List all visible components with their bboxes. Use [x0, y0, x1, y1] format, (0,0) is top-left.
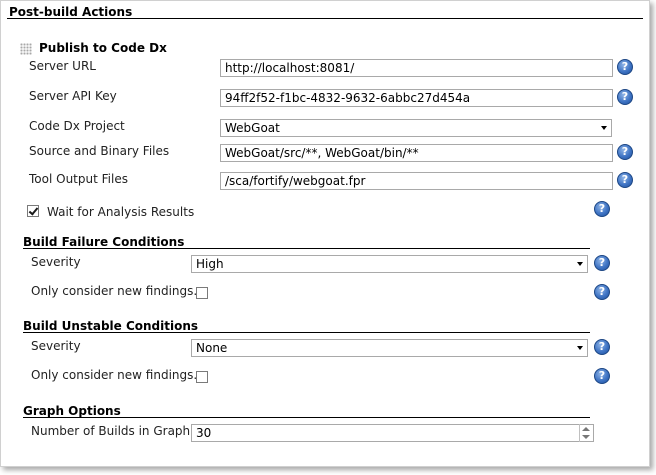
help-icon[interactable]: ?: [594, 284, 610, 300]
section-divider: [7, 18, 643, 19]
drag-grip-icon[interactable]: [20, 43, 32, 55]
unstable-severity-label: Severity: [31, 339, 81, 353]
code-dx-project-label: Code Dx Project: [29, 119, 125, 133]
build-failure-title: Build Failure Conditions: [23, 235, 185, 249]
help-icon[interactable]: ?: [594, 368, 610, 384]
spinner-up-icon[interactable]: [582, 427, 590, 431]
help-icon[interactable]: ?: [594, 255, 610, 271]
num-builds-label: Number of Builds in Graph: [31, 424, 191, 438]
num-builds-spinner[interactable]: [579, 424, 593, 442]
unstable-new-findings-checkbox[interactable]: [196, 371, 208, 383]
help-icon[interactable]: ?: [617, 172, 633, 188]
build-failure-divider: [23, 248, 590, 249]
post-build-actions-panel: Post-build Actions Publish to Code Dx Se…: [0, 0, 650, 467]
wait-for-analysis-checkbox[interactable]: [27, 205, 39, 217]
unstable-severity-select[interactable]: None: [191, 339, 588, 357]
tool-output-label: Tool Output Files: [29, 172, 128, 186]
server-api-key-input[interactable]: [220, 89, 613, 107]
spinner-down-icon[interactable]: [582, 435, 590, 439]
code-dx-project-select[interactable]: WebGoat: [220, 119, 612, 137]
wait-for-analysis-label: Wait for Analysis Results: [47, 205, 195, 219]
publisher-title: Publish to Code Dx: [39, 41, 167, 55]
unstable-severity-value: None: [196, 341, 228, 355]
help-icon[interactable]: ?: [617, 144, 633, 160]
failure-new-findings-checkbox[interactable]: [196, 287, 208, 299]
failure-severity-label: Severity: [31, 255, 81, 269]
num-builds-input[interactable]: 30: [191, 424, 594, 442]
help-icon[interactable]: ?: [594, 201, 610, 217]
build-unstable-divider: [23, 332, 590, 333]
chevron-down-icon: [577, 346, 583, 350]
server-url-input[interactable]: [220, 59, 613, 77]
failure-severity-value: High: [196, 257, 224, 271]
help-icon[interactable]: ?: [594, 339, 610, 355]
help-icon[interactable]: ?: [617, 89, 633, 105]
failure-new-findings-label: Only consider new findings.: [31, 284, 198, 298]
server-api-key-label: Server API Key: [29, 89, 117, 103]
tool-output-input[interactable]: [220, 172, 613, 190]
code-dx-project-value: WebGoat: [225, 121, 280, 135]
graph-options-divider: [23, 417, 590, 418]
build-unstable-title: Build Unstable Conditions: [23, 319, 199, 333]
source-files-input[interactable]: [220, 144, 613, 162]
failure-severity-select[interactable]: High: [191, 255, 588, 273]
help-icon[interactable]: ?: [617, 59, 633, 75]
source-files-label: Source and Binary Files: [29, 144, 170, 158]
unstable-new-findings-label: Only consider new findings.: [31, 368, 198, 382]
server-url-label: Server URL: [29, 59, 96, 73]
num-builds-value: 30: [196, 426, 212, 440]
graph-options-title: Graph Options: [23, 404, 121, 418]
section-title-post-build: Post-build Actions: [9, 5, 133, 19]
chevron-down-icon: [577, 262, 583, 266]
chevron-down-icon: [601, 126, 607, 130]
